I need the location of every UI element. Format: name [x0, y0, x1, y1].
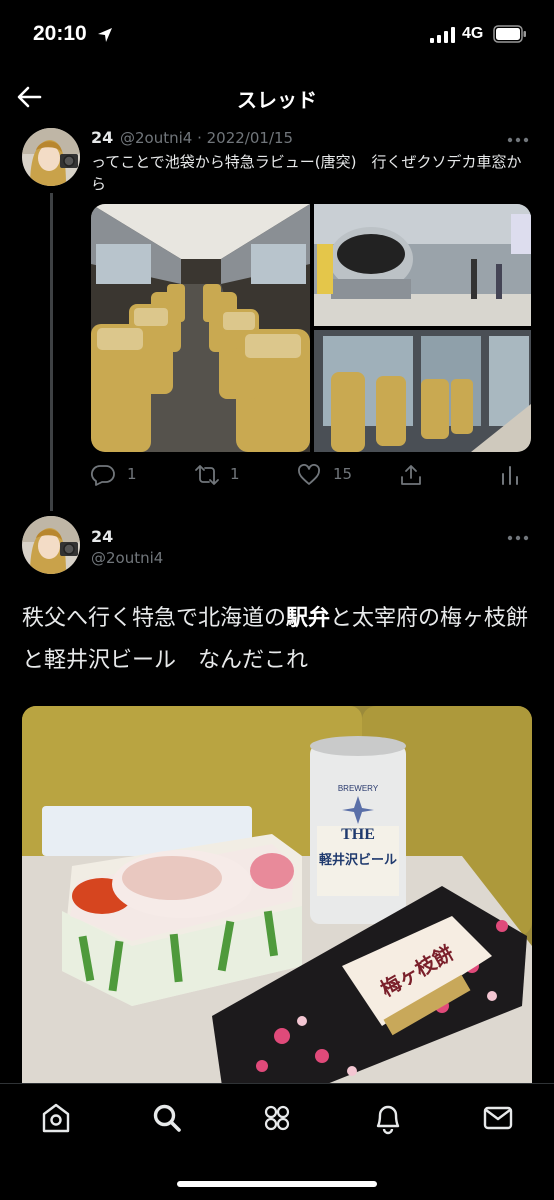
beer-title: THE — [341, 826, 375, 843]
author-handle-date[interactable]: @2outni4 · 2022/01/15 — [120, 129, 293, 147]
home-icon[interactable] — [38, 1100, 74, 1136]
more-options-icon[interactable] — [506, 534, 530, 542]
author-name[interactable]: 24 — [91, 527, 113, 546]
avatar[interactable] — [22, 128, 80, 186]
home-indicator[interactable] — [177, 1181, 377, 1187]
heart-icon — [298, 464, 320, 485]
status-time: 20:10 — [33, 22, 87, 45]
search-icon[interactable] — [149, 1100, 185, 1136]
share-icon — [401, 465, 421, 485]
train-window-photo — [314, 330, 531, 452]
beer-can: THE 軽井沢ビール BREWERY — [310, 736, 406, 924]
communities-icon[interactable] — [259, 1100, 295, 1136]
analytics-icon — [502, 466, 518, 485]
tweet-media-grid[interactable] — [91, 204, 531, 452]
tweet-text-bold: 駅弁 — [286, 606, 331, 631]
notifications-icon[interactable] — [370, 1100, 406, 1136]
thread-connector — [50, 193, 53, 511]
thread-header: スレッド — [0, 72, 554, 124]
battery-icon — [493, 25, 526, 43]
tweet-text: 秩父へ行く特急で北海道の駅弁と太宰府の梅ヶ枝餅と軽井沢ビール なんだこれ — [22, 598, 534, 682]
train-interior-photo — [91, 204, 310, 452]
like-count: 15 — [333, 465, 353, 483]
train-exterior-photo — [314, 204, 531, 326]
author-handle[interactable]: @2outni4 — [91, 549, 163, 567]
reply-icon — [91, 465, 115, 486]
messages-icon[interactable] — [480, 1100, 516, 1136]
network-type: 4G — [462, 25, 484, 42]
author-name[interactable]: 24 — [91, 128, 113, 147]
signal-icon — [430, 27, 455, 43]
tweet-actions: 1 1 15 — [91, 460, 531, 490]
location-arrow-icon — [98, 28, 112, 42]
reply-count: 1 — [127, 465, 137, 483]
beer-brand: BREWERY — [338, 784, 379, 793]
tweet-text: ってことで池袋から特急ラビュー(唐突) 行くぜクソデカ車窓から — [91, 153, 522, 193]
avatar[interactable] — [22, 516, 80, 574]
retweet-count: 1 — [230, 465, 240, 483]
beer-name: 軽井沢ビール — [319, 852, 397, 868]
more-options-icon[interactable] — [506, 136, 530, 144]
retweet-icon — [195, 465, 219, 485]
status-bar: 20:10 4G — [0, 0, 554, 70]
tweet-photo[interactable]: THE 軽井沢ビール BREWERY 梅ヶ枝餅 — [22, 706, 532, 1086]
page-title: スレッド — [237, 88, 317, 112]
tweet-text-part: 秩父へ行く特急で北海道の — [22, 606, 287, 631]
